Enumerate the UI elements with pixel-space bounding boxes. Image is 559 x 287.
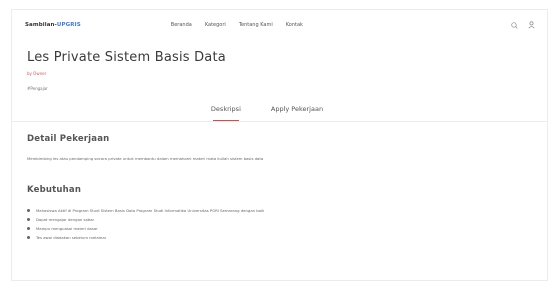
navbar: Sambilan-UPGRIS Beranda Kategori Tentang… [12, 10, 547, 40]
requirements-list: Mahasiswa Aktif di Program Studi Sistem … [27, 206, 547, 242]
nav-link-kontak[interactable]: Kontak [286, 22, 303, 28]
requirement-text: Mampu menguasai materi dasar [36, 226, 98, 231]
requirements-heading: Kebutuhan [27, 185, 82, 195]
list-item: Tes awal diadakan sebelum melamar [27, 233, 547, 242]
job-company[interactable]: by Owner [27, 71, 547, 76]
job-title: Les Private Sistem Basis Data [27, 50, 226, 65]
requirement-text: Mahasiswa Aktif di Program Studi Sistem … [36, 208, 265, 213]
search-icon[interactable] [511, 21, 518, 29]
tab-apply-pekerjaan[interactable]: Apply Pekerjaan [271, 105, 323, 121]
nav-icons [511, 21, 535, 29]
nav-links: Beranda Kategori Tentang Kami Kontak [171, 22, 303, 28]
brand-logo[interactable]: Sambilan-UPGRIS [25, 22, 81, 28]
job-content: Les Private Sistem Basis Data by Owner #… [12, 50, 547, 242]
list-item: Mahasiswa Aktif di Program Studi Sistem … [27, 206, 547, 215]
brand-prefix: Sambilan- [25, 22, 57, 28]
nav-link-kategori[interactable]: Kategori [205, 22, 226, 28]
bullet-icon [27, 218, 30, 221]
detail-text: Membimbing les atau pendamping secara pr… [27, 156, 264, 161]
bullet-icon [27, 236, 30, 239]
requirement-text: Dapat mengajar dengan sabar [36, 217, 95, 222]
tab-bar: Deskripsi Apply Pekerjaan [27, 105, 547, 121]
list-item: Dapat mengajar dengan sabar [27, 215, 547, 224]
bullet-icon [27, 209, 30, 212]
bullet-icon [27, 227, 30, 230]
tab-deskripsi[interactable]: Deskripsi [211, 105, 241, 121]
detail-heading: Detail Pekerjaan [27, 134, 110, 144]
nav-link-tentang-kami[interactable]: Tentang Kami [239, 22, 273, 28]
brand-highlight: UPGRIS [56, 22, 81, 28]
requirement-text: Tes awal diadakan sebelum melamar [36, 235, 107, 240]
tab-divider [12, 121, 547, 122]
job-category-tag: #Pengajar [27, 86, 48, 91]
user-icon[interactable] [528, 21, 535, 29]
nav-link-beranda[interactable]: Beranda [171, 22, 192, 28]
list-item: Mampu menguasai materi dasar [27, 224, 547, 233]
page-frame: Sambilan-UPGRIS Beranda Kategori Tentang… [11, 9, 548, 281]
